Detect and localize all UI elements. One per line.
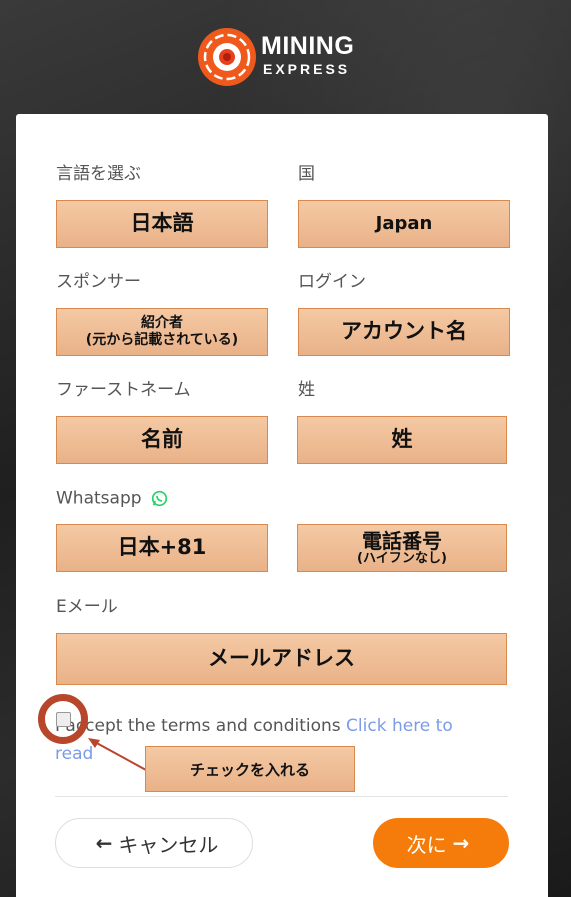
login-input[interactable]: アカウント名 (298, 308, 510, 356)
country-label: 国 (298, 164, 315, 184)
last-name-label: 姓 (298, 380, 315, 400)
sponsor-line1: 紹介者 (141, 314, 183, 331)
email-label: Eメール (56, 597, 118, 617)
phone-line1: 電話番号 (362, 528, 442, 553)
last-name-value: 姓 (391, 427, 413, 452)
language-value: 日本語 (130, 211, 194, 236)
sponsor-label: スポンサー (56, 272, 141, 292)
login-value: アカウント名 (341, 319, 467, 344)
cancel-label: キャンセル (118, 832, 219, 857)
phone-code-select[interactable]: 日本+81 (56, 524, 268, 572)
cancel-button[interactable]: ← キャンセル (55, 818, 253, 868)
whatsapp-label-text: Whatsapp (56, 488, 142, 509)
next-label: 次に (406, 832, 447, 857)
phone-line2: (ハイフンなし) (357, 550, 447, 566)
country-select[interactable]: Japan (298, 200, 510, 248)
first-name-value: 名前 (141, 427, 183, 452)
language-label: 言語を選ぶ (56, 164, 141, 184)
terms-label: I accept the terms and conditions (55, 716, 347, 736)
sponsor-line2: (元から記載されている) (85, 332, 239, 348)
whatsapp-label: Whatsapp (56, 490, 168, 508)
email-value: メールアドレス (208, 646, 355, 671)
arrow-left-icon: ← (95, 831, 113, 855)
divider (55, 796, 508, 797)
phone-input[interactable]: 電話番号 (ハイフンなし) (297, 524, 507, 572)
login-label: ログイン (298, 272, 366, 292)
brand-name: MINING (261, 32, 355, 60)
country-value: Japan (375, 213, 433, 235)
first-name-input[interactable]: 名前 (56, 416, 268, 464)
email-input[interactable]: メールアドレス (56, 633, 507, 685)
first-name-label: ファーストネーム (56, 380, 191, 400)
whatsapp-icon (151, 490, 168, 507)
mining-express-logo-icon (198, 28, 256, 86)
arrow-right-icon: → (452, 831, 470, 855)
language-select[interactable]: 日本語 (56, 200, 268, 248)
logo: MINING EXPRESS (197, 26, 377, 88)
annotation-circle (38, 694, 88, 744)
brand-subname: EXPRESS (263, 61, 351, 77)
last-name-input[interactable]: 姓 (297, 416, 507, 464)
phone-code-value: 日本+81 (117, 535, 207, 560)
next-button[interactable]: 次に → (373, 818, 509, 868)
annotation-callout: チェックを入れる (145, 746, 355, 792)
sponsor-input[interactable]: 紹介者 (元から記載されている) (56, 308, 268, 356)
